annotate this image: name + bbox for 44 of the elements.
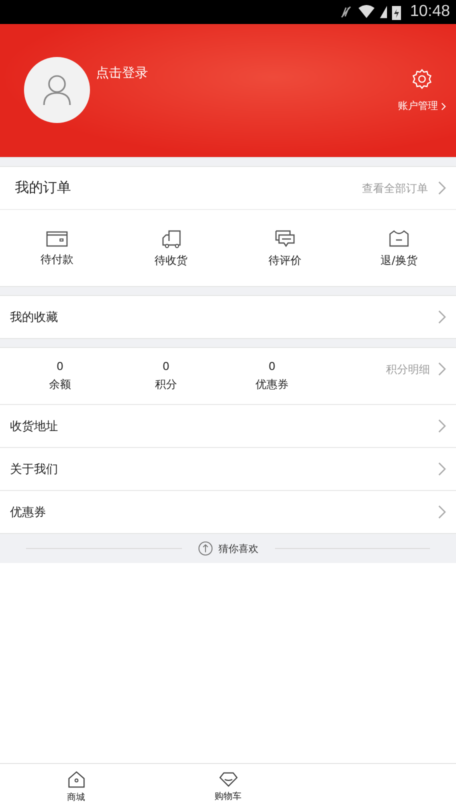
wifi-icon (358, 5, 375, 19)
truck-icon (160, 228, 182, 248)
mute-icon (338, 5, 353, 19)
stat-value: 0 (268, 360, 276, 373)
menu-row[interactable]: 关于我们 (0, 447, 456, 490)
chevron-icon (438, 181, 446, 195)
chevron-icon (441, 102, 446, 110)
menu-label: 关于我们 (10, 460, 58, 478)
order-status-item[interactable]: 退/换货 (342, 210, 456, 286)
order-status-item[interactable]: 待评价 (228, 210, 342, 286)
chevron-icon (438, 505, 446, 519)
stat-label: 余额 (49, 377, 71, 392)
account-link[interactable]: 账户管理 (398, 99, 438, 113)
user-icon (42, 74, 72, 106)
shirt-icon (388, 228, 410, 248)
wallet-icon (46, 230, 68, 248)
menu-row[interactable]: 收货地址 (0, 404, 456, 447)
home-icon (66, 771, 86, 788)
orders-row[interactable]: 我的订单 查看全部订单 (0, 167, 456, 210)
recommend-title: 猜你喜欢 (218, 542, 258, 556)
stat-value: 0 (56, 360, 64, 373)
diamond-icon (218, 772, 238, 787)
login-link[interactable]: 点击登录 (96, 64, 148, 82)
order-status-item[interactable]: 待付款 (0, 210, 114, 286)
nav-tab[interactable]: 购物车 (152, 764, 304, 811)
chevron-icon (438, 419, 446, 433)
orders-title: 我的订单 (15, 179, 71, 197)
chevron-icon (438, 362, 446, 376)
battery-icon (392, 4, 401, 20)
favorites-label: 我的收藏 (10, 308, 58, 326)
nav-tab[interactable]: 商城 (0, 764, 152, 811)
menu-label: 收货地址 (10, 418, 58, 434)
signal-icon (380, 5, 387, 19)
chevron-icon (438, 310, 446, 324)
comment-icon (274, 228, 296, 248)
stat-label: 积分 (155, 377, 177, 392)
chevron-icon (438, 462, 446, 476)
stat-value: 0 (162, 360, 170, 373)
stat-label: 优惠券 (256, 377, 288, 392)
menu-label: 优惠券 (10, 504, 46, 520)
favorites-row[interactable]: 我的收藏 (0, 296, 456, 338)
clock-time: 10:48 (410, 3, 450, 21)
order-status-item[interactable]: 待收货 (114, 210, 228, 286)
settings-icon[interactable] (411, 68, 433, 90)
